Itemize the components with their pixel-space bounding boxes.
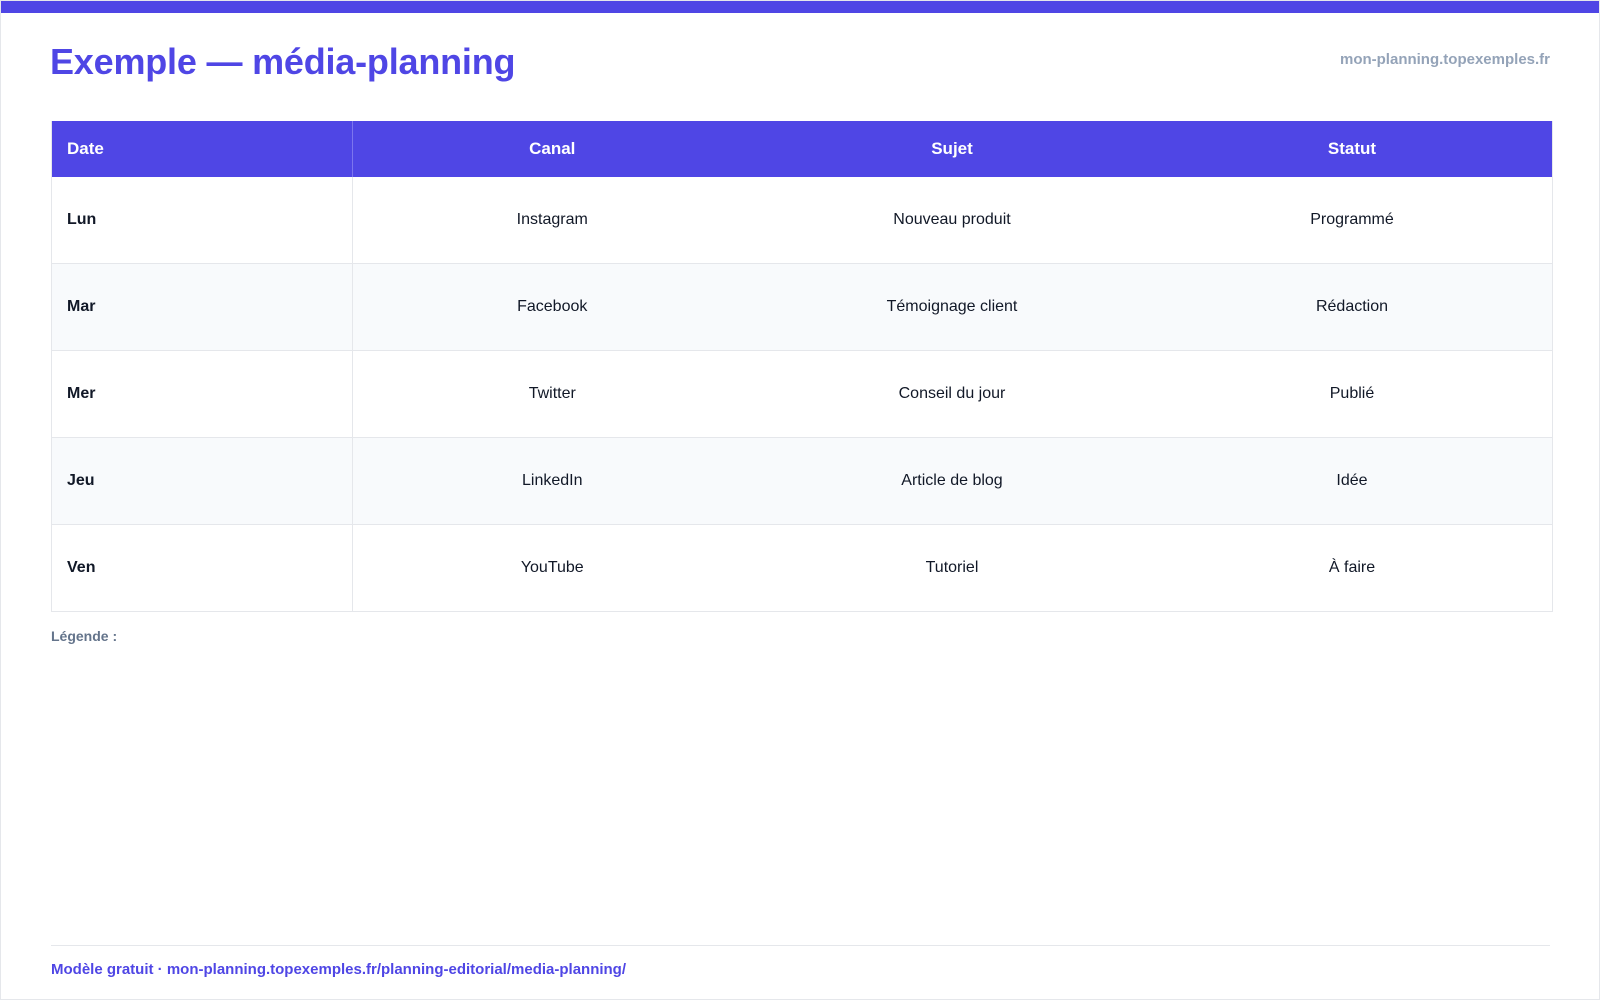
cell-sujet: Article de blog [752, 437, 1152, 525]
table-header: Date Canal Sujet Statut [52, 121, 1552, 177]
page-title: Exemple — média-planning [50, 41, 516, 82]
cell-statut: À faire [1152, 524, 1552, 611]
column-header-sujet: Sujet [752, 121, 1152, 177]
cell-statut: Rédaction [1152, 263, 1552, 351]
cell-date: Ven [52, 524, 353, 611]
page: Exemple — média-planning mon-planning.to… [0, 0, 1600, 1000]
cell-statut: Programmé [1310, 211, 1394, 228]
legend-label: Légende : [51, 628, 118, 644]
cell-canal: YouTube [352, 524, 752, 611]
table-row: Ven YouTube Tutoriel À faire [52, 524, 1552, 611]
cell-date: Lun [52, 177, 353, 264]
planning-table: Date Canal Sujet Statut Lun Instagram No… [52, 121, 1552, 611]
table-row: Mar Facebook Témoignage client Rédaction [52, 263, 1552, 351]
planning-table-container: Date Canal Sujet Statut Lun Instagram No… [51, 121, 1553, 612]
cell-sujet: Témoignage client [752, 263, 1152, 351]
cell-sujet: Nouveau produit [893, 211, 1011, 228]
cell-canal: Facebook [352, 263, 752, 351]
footer-link[interactable]: Modèle gratuit · mon-planning.topexemple… [51, 961, 626, 979]
table-row: Lun Instagram Nouveau produit Programmé [52, 177, 1552, 264]
top-accent-bar [1, 1, 1599, 13]
cell-canal: Instagram [516, 211, 588, 228]
cell-canal: LinkedIn [352, 437, 752, 525]
cell-sujet: Conseil du jour [752, 350, 1152, 438]
table-body: Lun Instagram Nouveau produit Programmé … [52, 177, 1552, 611]
cell-sujet: Tutoriel [752, 524, 1152, 611]
column-header-date: Date [52, 121, 353, 177]
column-header-canal: Canal [352, 121, 752, 177]
cell-canal: Twitter [352, 350, 752, 438]
cell-date: Jeu [52, 437, 353, 525]
cell-statut: Idée [1152, 437, 1552, 525]
cell-statut: Publié [1152, 350, 1552, 438]
footer-divider [51, 945, 1550, 946]
table-row: Mer Twitter Conseil du jour Publié [52, 350, 1552, 438]
table-row: Jeu LinkedIn Article de blog Idée [52, 437, 1552, 525]
table-header-row: Date Canal Sujet Statut [52, 121, 1552, 177]
cell-date: Mer [52, 350, 353, 438]
column-header-statut: Statut [1152, 121, 1552, 177]
site-domain[interactable]: mon-planning.topexemples.fr [1340, 51, 1550, 69]
cell-date: Mar [52, 263, 353, 351]
